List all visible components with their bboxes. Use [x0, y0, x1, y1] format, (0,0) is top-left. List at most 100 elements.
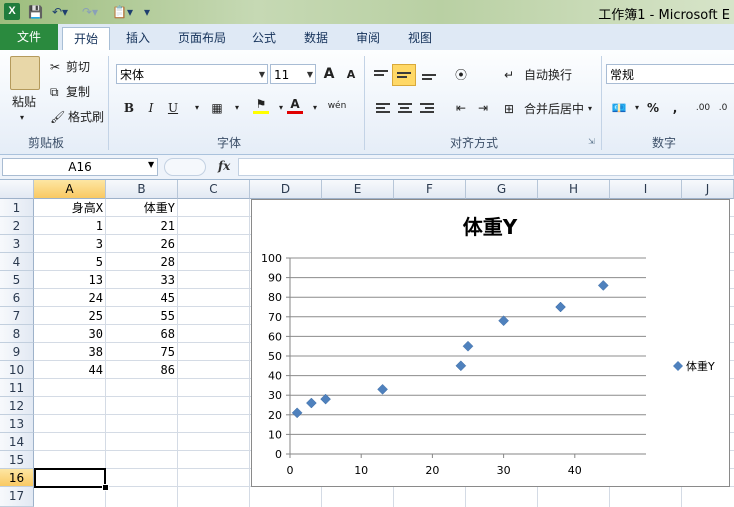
merge-center-button[interactable]: 合并后居中 [524, 101, 584, 117]
column-header[interactable]: F [394, 180, 466, 199]
select-all-corner[interactable] [0, 180, 34, 199]
column-header[interactable]: J [682, 180, 734, 199]
clipboard-quick-icon[interactable]: 📋▾ [112, 4, 133, 20]
row-header[interactable]: 9 [0, 343, 34, 361]
number-format-select[interactable]: 常规 [606, 64, 734, 84]
row-header[interactable]: 17 [0, 487, 34, 507]
bold-button[interactable]: B [118, 97, 140, 119]
cell-a8[interactable]: 30 [34, 325, 106, 343]
align-bottom-icon[interactable] [422, 74, 436, 82]
border-icon[interactable]: ▦ [206, 97, 228, 119]
row-header[interactable]: 16 [0, 469, 34, 487]
shrink-font-button[interactable]: A [340, 64, 362, 86]
merge-dropdown-icon[interactable]: ▾ [588, 101, 592, 117]
phonetic-guide-button[interactable]: wén [326, 95, 348, 117]
comma-style-button[interactable]: , [664, 97, 686, 119]
row-header[interactable]: 10 [0, 361, 34, 379]
format-painter-icon[interactable]: 🖌 [50, 109, 65, 125]
percent-style-button[interactable]: % [642, 97, 664, 119]
paste-icon[interactable] [10, 56, 40, 90]
row-header[interactable]: 5 [0, 271, 34, 289]
copy-button[interactable]: 复制 [66, 84, 90, 100]
tab-page-layout[interactable]: 页面布局 [172, 27, 232, 50]
row-header[interactable]: 3 [0, 235, 34, 253]
font-color-dropdown-icon[interactable]: ▾ [304, 97, 326, 119]
row-header[interactable]: 14 [0, 433, 34, 451]
cut-icon[interactable]: ✂ [50, 59, 60, 75]
fill-color-icon[interactable]: ⚑ [250, 97, 272, 119]
font-name-select[interactable]: 宋体 ▼ [116, 64, 268, 84]
increase-decimal-button[interactable]: .00 [692, 97, 714, 119]
border-dropdown-icon[interactable]: ▾ [226, 97, 248, 119]
undo-icon[interactable]: ↶▾ [52, 4, 68, 20]
insert-function-icon[interactable]: fx [218, 159, 230, 173]
column-header[interactable]: C [178, 180, 250, 199]
row-header[interactable]: 4 [0, 253, 34, 271]
font-size-select[interactable]: 11 ▼ [270, 64, 316, 84]
column-header[interactable]: A [34, 180, 106, 199]
row-header[interactable]: 12 [0, 397, 34, 415]
cell-a3[interactable]: 3 [34, 235, 106, 253]
name-box-dropdown-icon[interactable]: ▼ [148, 160, 154, 169]
cell-b9[interactable]: 75 [106, 343, 178, 361]
italic-button[interactable]: I [140, 97, 162, 119]
align-right-icon[interactable] [420, 103, 434, 115]
column-header[interactable]: G [466, 180, 538, 199]
column-header[interactable]: B [106, 180, 178, 199]
alignment-dialog-launcher-icon[interactable]: ⇲ [588, 134, 595, 150]
row-header[interactable]: 6 [0, 289, 34, 307]
excel-app-icon[interactable]: X [4, 3, 20, 20]
paste-dropdown-icon[interactable]: ▾ [20, 110, 24, 126]
redo-icon[interactable]: ↷▾ [82, 4, 98, 20]
align-middle-button[interactable] [392, 64, 416, 86]
paste-button[interactable]: 粘贴 [12, 94, 36, 110]
cell-b2[interactable]: 21 [106, 217, 178, 235]
column-header[interactable]: E [322, 180, 394, 199]
selected-cell-a16[interactable] [34, 468, 106, 488]
cell-b3[interactable]: 26 [106, 235, 178, 253]
scatter-chart[interactable]: 体重Y 0 10 20 30 40 50 60 70 80 90 100 0 10 20 30 40 体重Y [251, 199, 730, 487]
cell-b10[interactable]: 86 [106, 361, 178, 379]
align-center-icon[interactable] [398, 103, 412, 115]
tab-file[interactable]: 文件 [0, 24, 58, 50]
merge-center-icon[interactable]: ⊞ [504, 101, 514, 117]
save-icon[interactable]: 💾 [28, 4, 43, 20]
cell-b6[interactable]: 45 [106, 289, 178, 307]
row-header[interactable]: 11 [0, 379, 34, 397]
decrease-indent-icon[interactable]: ⇤ [450, 97, 472, 119]
grow-font-button[interactable]: A [318, 63, 340, 85]
cell-a2[interactable]: 1 [34, 217, 106, 235]
name-box[interactable]: A16 [2, 158, 158, 176]
cell-a4[interactable]: 5 [34, 253, 106, 271]
orientation-icon[interactable]: ⦿ [450, 64, 472, 86]
row-header[interactable]: 1 [0, 199, 34, 217]
tab-formulas[interactable]: 公式 [246, 27, 282, 50]
formula-input[interactable] [238, 158, 734, 176]
cell-b5[interactable]: 33 [106, 271, 178, 289]
align-top-icon[interactable] [374, 70, 388, 78]
tab-insert[interactable]: 插入 [120, 27, 156, 50]
row-header[interactable]: 13 [0, 415, 34, 433]
fill-handle[interactable] [102, 484, 109, 491]
row-header[interactable]: 2 [0, 217, 34, 235]
row-header[interactable]: 7 [0, 307, 34, 325]
cell-a6[interactable]: 24 [34, 289, 106, 307]
cell-a10[interactable]: 44 [34, 361, 106, 379]
increase-indent-icon[interactable]: ⇥ [472, 97, 494, 119]
row-header[interactable]: 15 [0, 451, 34, 469]
row-header[interactable]: 8 [0, 325, 34, 343]
wrap-text-button[interactable]: 自动换行 [524, 67, 572, 83]
cell-a9[interactable]: 38 [34, 343, 106, 361]
cut-button[interactable]: 剪切 [66, 59, 90, 75]
underline-button[interactable]: U [162, 97, 184, 119]
copy-icon[interactable]: ⧉ [50, 84, 59, 100]
cell-b1[interactable]: 体重Y [106, 199, 178, 217]
customize-quick-access-icon[interactable]: ▾ [144, 4, 150, 20]
cell-a5[interactable]: 13 [34, 271, 106, 289]
decrease-decimal-button[interactable]: .0 [712, 97, 734, 119]
tab-view[interactable]: 视图 [402, 27, 438, 50]
cell-b8[interactable]: 68 [106, 325, 178, 343]
cell-a1[interactable]: 身高X [34, 199, 106, 217]
column-header[interactable]: I [610, 180, 682, 199]
column-header[interactable]: D [250, 180, 322, 199]
